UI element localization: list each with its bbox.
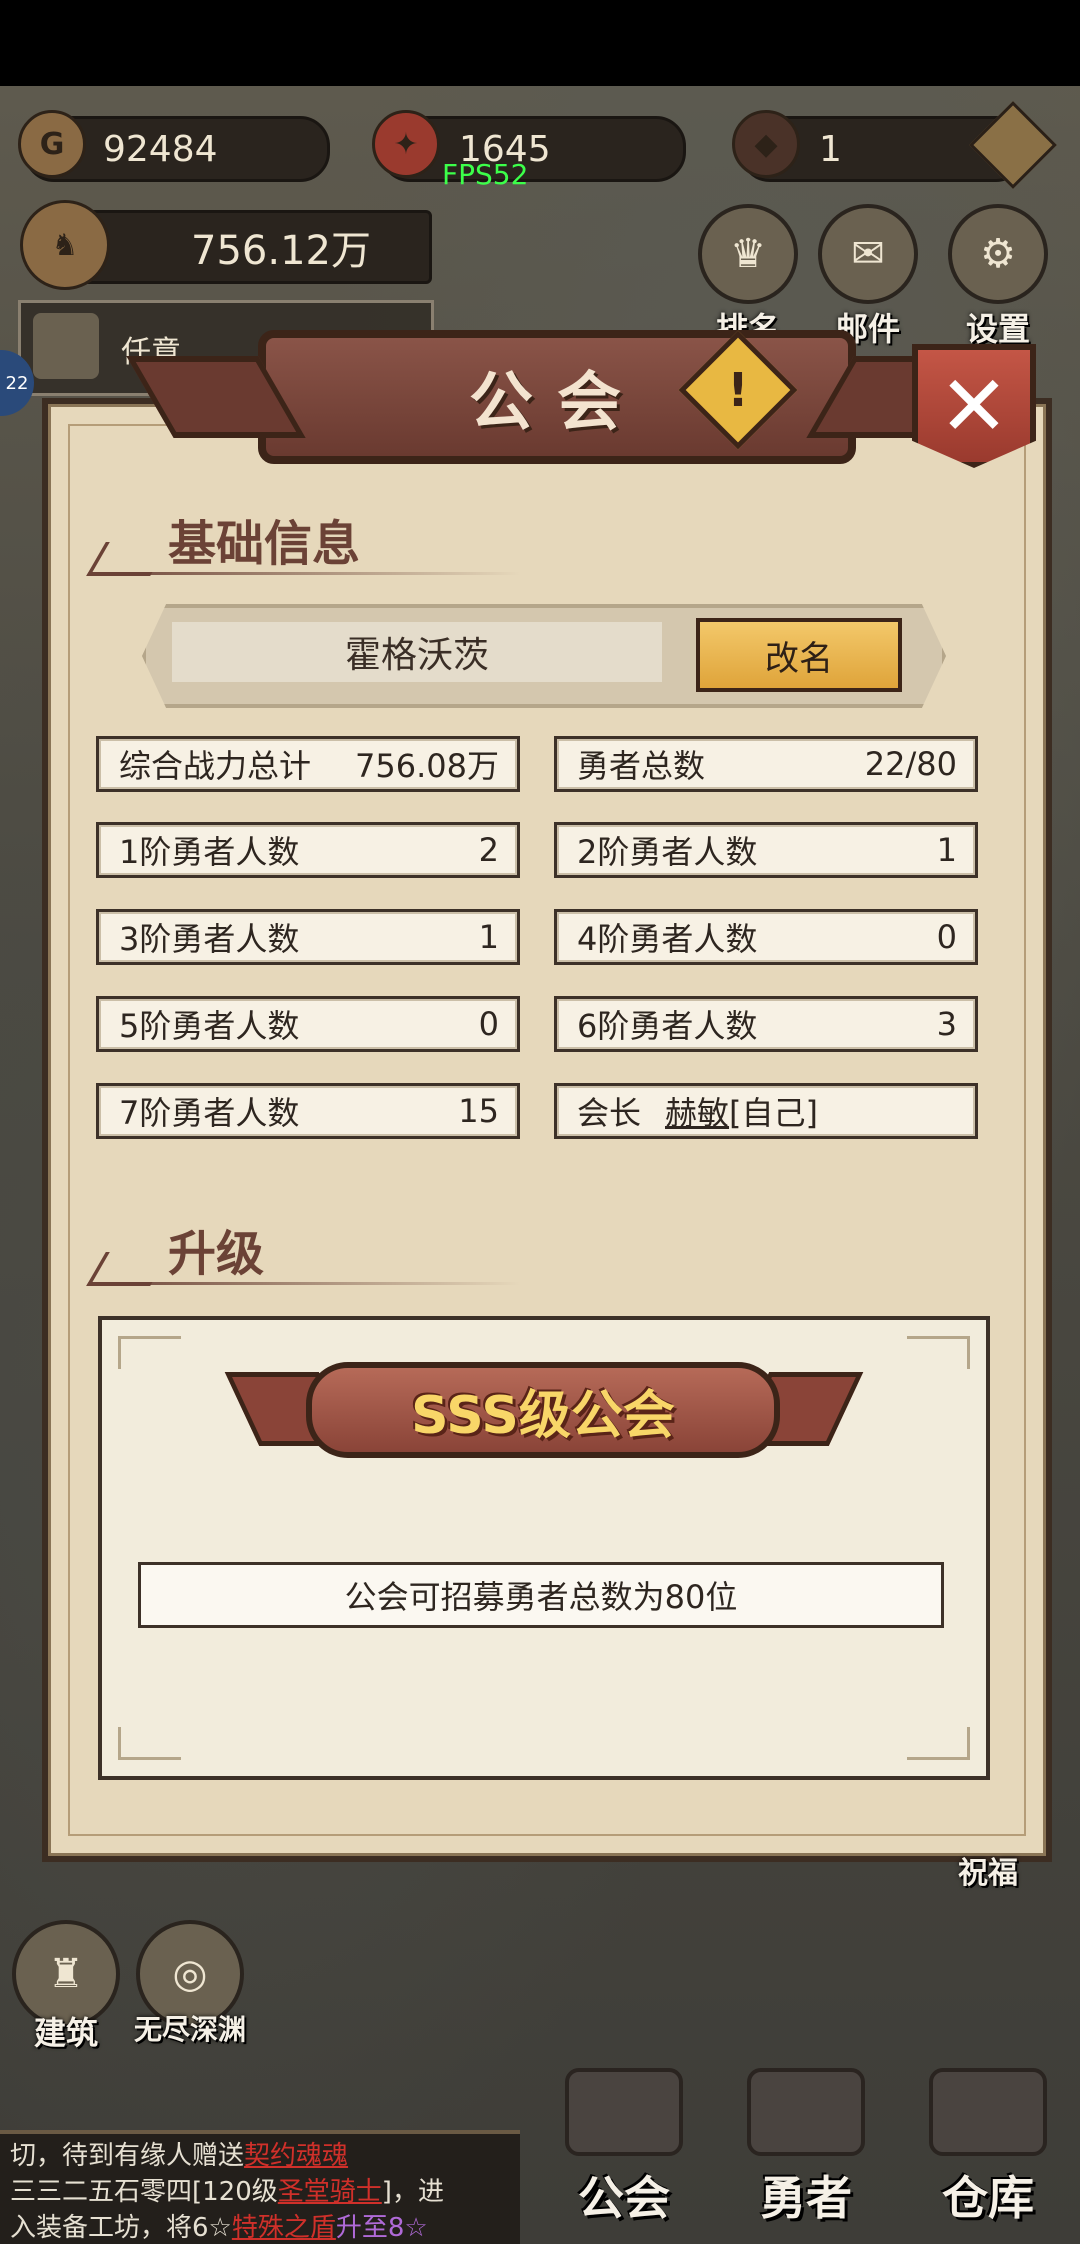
stat-label: 2阶勇者人数 — [577, 833, 758, 871]
chat-text: 待到有缘人赠送 — [62, 2141, 245, 2171]
build-label: 建筑 — [33, 2014, 98, 2052]
honor-shield-icon: ✦ — [372, 110, 440, 178]
ranking-button[interactable]: ♛ 排名 — [688, 204, 808, 350]
stat-value: 1 — [478, 918, 499, 956]
stat-value: 0 — [936, 918, 957, 956]
warehouse-icon — [929, 2068, 1047, 2156]
leader-label: 会长 — [577, 1094, 642, 1132]
stat-value: 22/80 — [864, 745, 957, 783]
fps-readout: FPS52 — [442, 158, 529, 191]
chat-text: ]，进 — [381, 2177, 444, 2207]
corner-ornament — [118, 1727, 181, 1760]
stat-label: 6阶勇者人数 — [577, 1007, 758, 1045]
chat-hero-link[interactable]: 圣堂骑士 — [278, 2177, 382, 2207]
nav-hero[interactable]: 勇者 — [716, 2068, 896, 2228]
stat-value: 756.08万 — [355, 747, 499, 785]
stat-tier2: 2阶勇者人数 1 — [554, 822, 978, 878]
nav-warehouse[interactable]: 仓库 — [898, 2068, 1078, 2228]
stat-label: 4阶勇者人数 — [577, 920, 758, 958]
close-icon: ✕ — [938, 357, 1010, 455]
hero-helmet-icon — [747, 2068, 865, 2156]
stat-tier5: 5阶勇者人数 0 — [96, 996, 520, 1052]
leader-name-link[interactable]: 赫敏 — [665, 1088, 729, 1134]
guild-hall-icon — [565, 2068, 683, 2156]
chat-text: 升至8☆ — [335, 2213, 428, 2243]
stat-total-power: 综合战力总计 756.08万 — [96, 736, 520, 792]
task-swords-icon — [33, 313, 99, 379]
mail-button[interactable]: ✉ 邮件 — [808, 204, 928, 350]
leader-self-tag: [自己] — [729, 1094, 819, 1132]
chat-text: 切， — [10, 2141, 63, 2171]
chat-item-link[interactable]: 特殊之盾 — [232, 2213, 336, 2243]
corner-ornament — [907, 1336, 970, 1369]
rename-button[interactable]: 改名 — [696, 618, 902, 692]
gem-icon: ◆ — [732, 110, 800, 178]
world-chat[interactable]: 切，待到有缘人赠送契约魂魂 三三二五石零四[120级圣堂骑士]，进 入装备工坊，… — [0, 2130, 520, 2244]
stat-tier6: 6阶勇者人数 3 — [554, 996, 978, 1052]
nav-hero-label: 勇者 — [760, 2171, 852, 2225]
stat-value: 2 — [478, 831, 499, 869]
stat-label: 7阶勇者人数 — [119, 1094, 300, 1132]
corner-ornament — [118, 1336, 181, 1369]
stat-label: 1阶勇者人数 — [119, 833, 300, 871]
chat-text: 三三二五石零四[120级 — [10, 2177, 278, 2207]
nav-guild[interactable]: 公会 — [534, 2068, 714, 2228]
stat-tier1: 1阶勇者人数 2 — [96, 822, 520, 878]
guild-name: 霍格沃茨 — [172, 622, 662, 682]
stat-tier4: 4阶勇者人数 0 — [554, 909, 978, 965]
stat-value: 3 — [936, 1005, 957, 1043]
chat-text: 入装备工坊，将6☆ — [10, 2213, 232, 2243]
build-button[interactable]: ♜ 建筑 — [6, 1920, 126, 2054]
upgrade-heading: 升级 — [168, 1226, 265, 1282]
stat-hero-total: 勇者总数 22/80 — [554, 736, 978, 792]
grade-description: 公会可招募勇者总数为80位 — [138, 1562, 944, 1628]
stat-value: 0 — [478, 1005, 499, 1043]
abyss-label: 无尽深渊 — [133, 2013, 246, 2046]
abyss-button[interactable]: ◎ 无尽深渊 — [120, 1920, 260, 2048]
chat-line: 入装备工坊，将6☆特殊之盾升至8☆ — [10, 2210, 510, 2244]
power-helmet-icon: ♞ — [20, 200, 110, 290]
stat-label: 综合战力总计 — [119, 747, 312, 785]
dialog-title: 公会 — [469, 366, 645, 440]
stat-value: 1 — [936, 831, 957, 869]
settings-label: 设置 — [965, 310, 1030, 348]
gold-value: 92484 — [103, 128, 218, 170]
mail-icon: ✉ — [818, 204, 918, 304]
stat-label: 勇者总数 — [577, 747, 706, 785]
gear-icon: ⚙ — [948, 204, 1048, 304]
chat-line: 切，待到有缘人赠送契约魂魂 — [10, 2138, 510, 2174]
stat-tier7: 7阶勇者人数 15 — [96, 1083, 520, 1139]
stat-label: 5阶勇者人数 — [119, 1007, 300, 1045]
stat-value: 15 — [458, 1092, 499, 1130]
stat-leader: 会长 赫敏 [自己] — [554, 1083, 978, 1139]
chat-item-link[interactable]: 契约魂魂 — [244, 2141, 348, 2171]
settings-button[interactable]: ⚙ 设置 — [938, 204, 1058, 350]
power-value: 756.12万 — [191, 228, 371, 274]
nav-warehouse-label: 仓库 — [942, 2171, 1034, 2225]
section-divider — [90, 572, 520, 575]
stat-label: 3阶勇者人数 — [119, 920, 300, 958]
power-counter: 756.12万 — [70, 210, 432, 284]
guild-grade-banner: SSS级公会 — [306, 1362, 780, 1458]
basic-info-heading: 基础信息 — [168, 516, 361, 572]
trophy-icon: ♛ — [698, 204, 798, 304]
nav-guild-label: 公会 — [578, 2171, 670, 2225]
guild-grade: SSS级公会 — [411, 1385, 675, 1446]
side-badge-count: 22 — [5, 372, 29, 394]
stat-tier3: 3阶勇者人数 1 — [96, 909, 520, 965]
bless-button[interactable]: 祝福 — [928, 1848, 1048, 1892]
gold-coin-icon: G — [18, 110, 86, 178]
corner-ornament — [907, 1727, 970, 1760]
section-divider — [90, 1282, 520, 1285]
chat-line: 三三二五石零四[120级圣堂骑士]，进 — [10, 2174, 510, 2210]
gem-value: 1 — [819, 128, 842, 170]
